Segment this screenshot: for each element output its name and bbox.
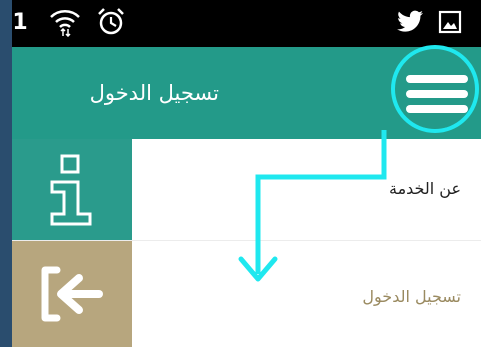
phone-screen: 1 تسجيل الدخول عن الخدمة تسجيل الدخول xyxy=(12,0,481,347)
notification-count: 1 xyxy=(12,9,28,35)
status-bar: 1 xyxy=(12,0,481,47)
info-icon xyxy=(12,139,132,240)
gallery-icon xyxy=(434,6,466,38)
alarm-icon xyxy=(94,6,128,38)
login-arrow-icon xyxy=(12,241,132,347)
menu-item-label: عن الخدمة xyxy=(388,179,461,198)
app-bar: تسجيل الدخول xyxy=(12,47,481,139)
hamburger-menu-icon[interactable] xyxy=(394,49,481,137)
twitter-icon xyxy=(394,6,426,38)
menu-item-label: تسجيل الدخول xyxy=(362,287,461,306)
menu-item-about[interactable]: عن الخدمة xyxy=(12,139,481,241)
wifi-icon xyxy=(48,6,82,38)
page-title: تسجيل الدخول xyxy=(89,81,219,105)
menu-item-login[interactable]: تسجيل الدخول xyxy=(12,241,481,347)
